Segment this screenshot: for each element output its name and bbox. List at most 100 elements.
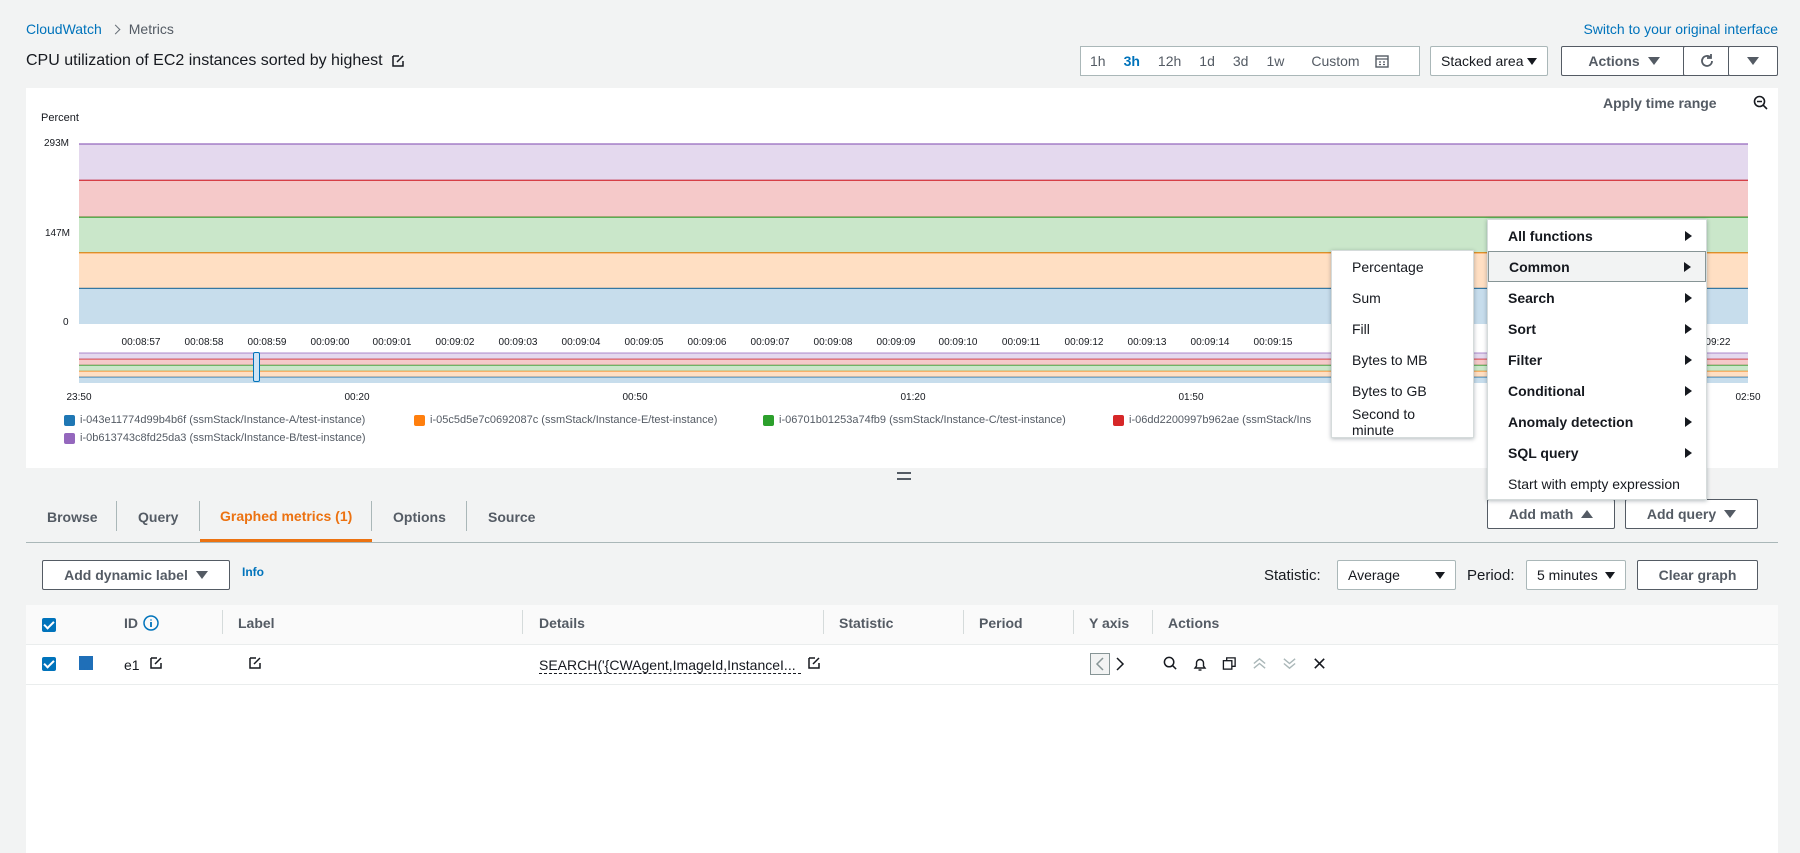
edit-label-icon[interactable] <box>248 656 262 670</box>
menu-item-label: SQL query <box>1508 444 1579 461</box>
refresh-button[interactable] <box>1683 46 1730 76</box>
col-actions: Actions <box>1168 615 1220 631</box>
column-separator <box>522 610 523 634</box>
menu-item-label: Filter <box>1508 351 1543 368</box>
apply-time-range[interactable]: Apply time range <box>1603 95 1717 111</box>
move-down-icon[interactable] <box>1282 656 1297 671</box>
x-tick-label: 00:09:00 <box>310 337 350 348</box>
time-1d[interactable]: 1d <box>1190 53 1224 69</box>
x-tick-label: 00:09:02 <box>435 337 475 348</box>
x-tick-label: 00:09:15 <box>1253 337 1293 348</box>
tab-browse[interactable]: Browse <box>27 492 118 542</box>
legend-item[interactable]: i-0b613743c8fd25da3 (ssmStack/Instance-B… <box>64 432 366 444</box>
math-menu-item-all-functions[interactable]: All functions <box>1488 220 1706 251</box>
copy-icon[interactable] <box>1222 656 1237 671</box>
x-tick-label: 00:09:06 <box>687 337 727 348</box>
panel-resize-handle[interactable] <box>897 472 911 480</box>
submenu-arrow-icon <box>1685 230 1692 241</box>
breadcrumb-cloudwatch-link[interactable]: CloudWatch <box>26 21 102 37</box>
info-link[interactable]: Info <box>242 565 264 579</box>
x-tick-label: 00:09:13 <box>1127 337 1167 348</box>
row-details[interactable]: SEARCH('{CWAgent,ImageId,InstanceI... <box>539 657 801 674</box>
x-tick-label: 00:09:08 <box>813 337 853 348</box>
time-1h[interactable]: 1h <box>1081 53 1115 69</box>
time-custom[interactable]: Custom <box>1293 53 1397 69</box>
add-query-label: Add query <box>1646 506 1717 522</box>
common-function-second-to-minute[interactable]: Second to minute <box>1332 406 1473 438</box>
breadcrumb: CloudWatch Metrics <box>26 21 174 37</box>
column-separator <box>823 610 824 634</box>
x-tick-label: 00:09:05 <box>624 337 664 348</box>
math-menu-item-common[interactable]: Common <box>1488 251 1706 282</box>
period-select[interactable]: 5 minutes <box>1526 560 1626 590</box>
add-math-button[interactable]: Add math <box>1487 499 1615 529</box>
time-3d[interactable]: 3d <box>1224 53 1258 69</box>
common-function-bytes-to-gb[interactable]: Bytes to GB <box>1332 375 1473 406</box>
bell-icon[interactable] <box>1192 656 1208 672</box>
switch-interface-link[interactable]: Switch to your original interface <box>1583 21 1778 37</box>
tab-query[interactable]: Query <box>118 492 198 542</box>
math-menu-item-sql-query[interactable]: SQL query <box>1488 437 1706 468</box>
tab-separator <box>116 501 117 531</box>
move-up-icon[interactable] <box>1252 656 1267 671</box>
legend-label: i-06dd2200997b962ae (ssmStack/Ins <box>1129 414 1312 426</box>
menu-item-label: All functions <box>1508 227 1593 244</box>
clear-graph-button[interactable]: Clear graph <box>1637 560 1758 590</box>
math-menu-item-sort[interactable]: Sort <box>1488 313 1706 344</box>
period-value: 5 minutes <box>1537 567 1598 583</box>
tabs-divider <box>26 542 1778 543</box>
legend-item[interactable]: i-043e11774d99b4b6f (ssmStack/Instance-A… <box>64 414 365 426</box>
refresh-options-button[interactable] <box>1728 46 1778 76</box>
time-12h[interactable]: 12h <box>1149 53 1190 69</box>
legend-item[interactable]: i-06dd2200997b962ae (ssmStack/Ins <box>1113 414 1311 426</box>
common-function-sum[interactable]: Sum <box>1332 282 1473 313</box>
math-menu-item-filter[interactable]: Filter <box>1488 344 1706 375</box>
search-icon[interactable] <box>1163 656 1178 671</box>
tab-separator <box>466 501 467 531</box>
actions-button[interactable]: Actions <box>1561 46 1687 76</box>
time-3h[interactable]: 3h <box>1115 53 1149 69</box>
zoom-out-icon[interactable] <box>1753 95 1769 111</box>
edit-id-icon[interactable] <box>149 656 163 670</box>
math-menu-item-conditional[interactable]: Conditional <box>1488 375 1706 406</box>
tab-source[interactable]: Source <box>468 492 555 542</box>
overview-tick-label: 23:50 <box>66 392 92 403</box>
common-function-fill[interactable]: Fill <box>1332 313 1473 344</box>
tab-options[interactable]: Options <box>373 492 466 542</box>
math-menu-item-start-with-empty-expression[interactable]: Start with empty expression <box>1488 468 1706 499</box>
add-query-button[interactable]: Add query <box>1625 499 1758 529</box>
x-tick-label: 00:09:14 <box>1190 337 1230 348</box>
tab-graphed-metrics[interactable]: Graphed metrics (1) <box>200 492 373 542</box>
edit-details-icon[interactable] <box>807 656 821 670</box>
math-menu-item-anomaly-detection[interactable]: Anomaly detection <box>1488 406 1706 437</box>
statistic-select[interactable]: Average <box>1337 560 1456 590</box>
legend-item[interactable]: i-06701b01253a74fb9 (ssmStack/Instance-C… <box>763 414 1066 426</box>
brush-handle[interactable] <box>253 352 260 382</box>
info-circle-icon[interactable] <box>143 615 159 631</box>
chevron-right-icon[interactable] <box>1115 657 1125 671</box>
series-color-swatch[interactable] <box>79 656 93 670</box>
legend-label: i-0b613743c8fd25da3 (ssmStack/Instance-B… <box>80 432 366 444</box>
col-label: Label <box>238 615 275 631</box>
add-dynamic-label-button[interactable]: Add dynamic label <box>42 560 230 590</box>
x-tick-label: 00:09:11 <box>1001 337 1041 348</box>
y-axis-left-button[interactable] <box>1090 653 1110 675</box>
close-icon[interactable] <box>1312 656 1327 671</box>
area-band-4 <box>79 144 1748 181</box>
graph-type-select[interactable]: Stacked area <box>1430 46 1548 76</box>
select-all-checkbox[interactable] <box>42 618 56 632</box>
col-id-label: ID <box>124 615 138 631</box>
legend-item[interactable]: i-05c5d5e7c0692087c (ssmStack/Instance-E… <box>414 414 717 426</box>
column-separator <box>222 610 223 634</box>
common-function-bytes-to-mb[interactable]: Bytes to MB <box>1332 344 1473 375</box>
row-checkbox[interactable] <box>42 657 56 671</box>
time-1w[interactable]: 1w <box>1257 53 1293 69</box>
table-row <box>26 645 1778 685</box>
submenu-arrow-icon <box>1685 416 1692 427</box>
col-y-axis: Y axis <box>1089 615 1130 631</box>
math-menu-item-search[interactable]: Search <box>1488 282 1706 313</box>
common-function-percentage[interactable]: Percentage <box>1332 251 1473 282</box>
edit-icon[interactable] <box>391 54 405 68</box>
row-id: e1 <box>124 657 140 673</box>
legend-label: i-043e11774d99b4b6f (ssmStack/Instance-A… <box>80 414 366 426</box>
